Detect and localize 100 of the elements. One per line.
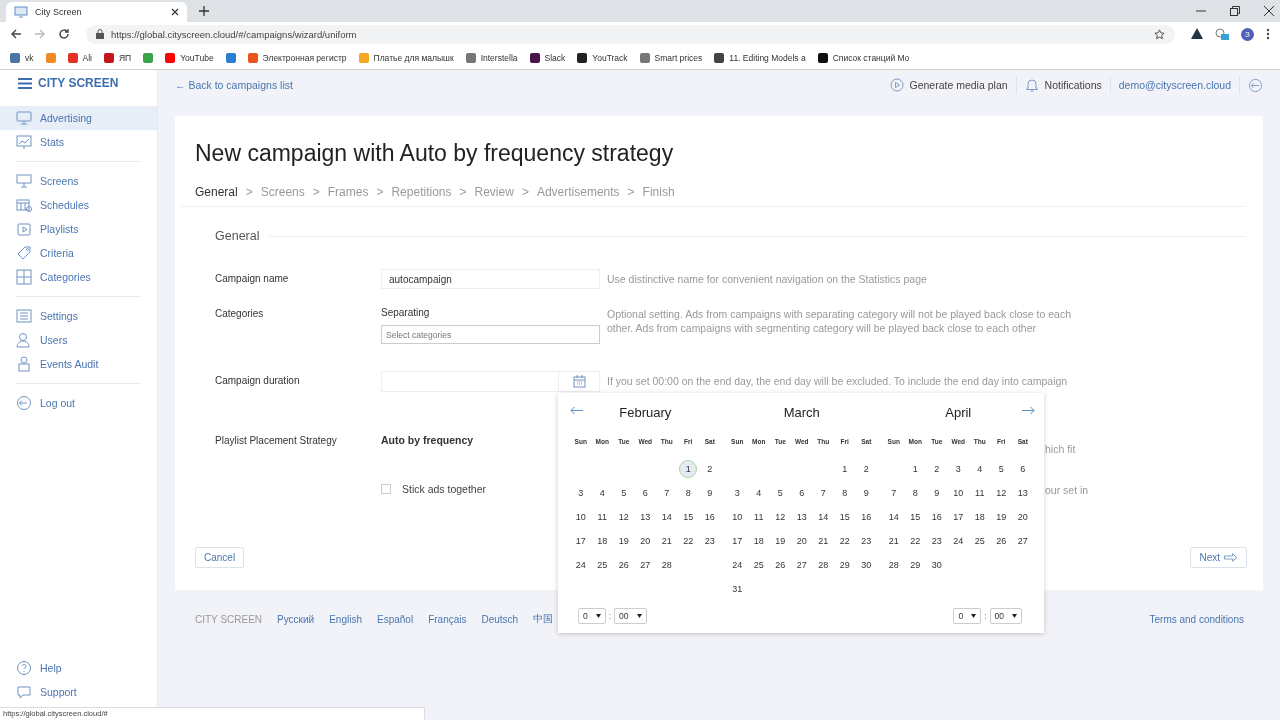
restore-icon[interactable] <box>1230 6 1240 16</box>
bookmark-link[interactable]: Interstella <box>480 52 518 63</box>
checkbox-label[interactable]: Stick ads together <box>402 483 487 495</box>
user-email-link[interactable]: demo@cityscreen.cloud <box>1118 79 1231 91</box>
language-link[interactable]: Русский <box>277 613 315 625</box>
date-range-field[interactable] <box>381 371 600 392</box>
calendar-day[interactable]: 6 <box>1012 464 1034 474</box>
calendar-day[interactable]: 16 <box>699 512 721 522</box>
sidebar-item[interactable]: Help <box>0 656 157 680</box>
calendar-day[interactable]: 8 <box>834 488 856 498</box>
calendar-day[interactable]: 2 <box>699 464 721 474</box>
bookmark-link[interactable]: Список станций Mo <box>832 52 910 63</box>
new-tab-icon[interactable] <box>199 6 209 16</box>
reload-icon[interactable] <box>58 28 70 40</box>
checkbox[interactable] <box>381 484 391 494</box>
language-link[interactable]: Deutsch <box>481 613 519 625</box>
calendar-day[interactable]: 26 <box>769 560 791 570</box>
bookmark-link[interactable]: Slack <box>544 52 566 63</box>
calendar-day[interactable]: 1 <box>904 464 926 474</box>
arrow-right-icon[interactable] <box>1022 406 1035 415</box>
language-link[interactable]: 中国 <box>533 612 554 626</box>
calendar-day[interactable]: 7 <box>883 488 905 498</box>
bookmark-link[interactable]: Smart prices <box>654 52 703 63</box>
calendar-day[interactable]: 22 <box>677 536 699 546</box>
language-link[interactable]: English <box>329 613 362 625</box>
calendar-day[interactable]: 5 <box>613 488 635 498</box>
calendar-day[interactable]: 12 <box>613 512 635 522</box>
extension-icon[interactable] <box>1191 28 1203 40</box>
calendar-day[interactable]: 21 <box>656 536 678 546</box>
sidebar-item[interactable]: Criteria <box>0 241 157 265</box>
star-icon[interactable] <box>1154 28 1165 40</box>
calendar-day[interactable]: 18 <box>969 512 991 522</box>
browser-tab[interactable]: City Screen <box>6 2 187 22</box>
calendar-day[interactable]: 27 <box>791 560 813 570</box>
bookmark-link[interactable]: Ali <box>82 52 92 63</box>
calendar-day[interactable]: 3 <box>726 488 748 498</box>
calendar-day[interactable]: 12 <box>769 512 791 522</box>
calendar-day[interactable]: 25 <box>969 536 991 546</box>
calendar-day[interactable]: 23 <box>926 536 948 546</box>
calendar-day[interactable]: 9 <box>855 488 877 498</box>
wizard-step[interactable]: General <box>195 185 238 199</box>
calendar-day[interactable]: 30 <box>926 560 948 570</box>
calendar-day[interactable]: 29 <box>834 560 856 570</box>
bookmark-link[interactable]: 11. Editing Models a <box>729 52 806 63</box>
calendar-day[interactable]: 15 <box>677 512 699 522</box>
calendar-day[interactable]: 11 <box>591 512 613 522</box>
calendar-day[interactable]: 24 <box>726 560 748 570</box>
calendar-day[interactable]: 4 <box>591 488 613 498</box>
bookmark-link[interactable]: Платье для малышк <box>373 52 454 63</box>
calendar-day[interactable]: 20 <box>1012 512 1034 522</box>
cancel-button[interactable]: Cancel <box>195 547 245 568</box>
minute-select[interactable]: 00 <box>614 608 647 624</box>
menu-icon[interactable] <box>18 77 32 89</box>
calendar-day[interactable]: 19 <box>990 512 1012 522</box>
calendar-day[interactable]: 23 <box>699 536 721 546</box>
app-logo[interactable]: CITY SCREEN <box>38 76 119 90</box>
arrow-left-icon[interactable] <box>570 406 583 415</box>
calendar-day[interactable]: 26 <box>613 560 635 570</box>
calendar-day[interactable]: 13 <box>1012 488 1034 498</box>
calendar-day[interactable]: 15 <box>834 512 856 522</box>
logout-icon[interactable] <box>1248 77 1263 93</box>
calendar-day[interactable]: 7 <box>812 488 834 498</box>
calendar-day[interactable]: 21 <box>883 536 905 546</box>
calendar-day[interactable]: 10 <box>726 512 748 522</box>
bookmark-icon[interactable] <box>817 52 828 63</box>
sidebar-item[interactable]: Screens <box>0 169 157 193</box>
calendar-day[interactable]: 18 <box>748 536 770 546</box>
notifications-link[interactable]: Notifications <box>1044 79 1102 91</box>
back-icon[interactable] <box>10 28 22 40</box>
bookmark-icon[interactable] <box>529 52 540 63</box>
sidebar-item[interactable]: Categories <box>0 265 157 289</box>
calendar-day[interactable]: 14 <box>656 512 678 522</box>
calendar-day[interactable]: 19 <box>613 536 635 546</box>
next-button[interactable]: Next <box>1190 547 1247 568</box>
calendar-day[interactable]: 5 <box>769 488 791 498</box>
calendar-day[interactable]: 20 <box>634 536 656 546</box>
hour-select[interactable]: 0 <box>578 608 606 624</box>
calendar-day[interactable]: 19 <box>769 536 791 546</box>
calendar-day[interactable]: 28 <box>656 560 678 570</box>
calendar-day[interactable]: 28 <box>883 560 905 570</box>
calendar-day[interactable]: 28 <box>812 560 834 570</box>
sidebar-item[interactable]: Stats <box>0 130 157 154</box>
calendar-day[interactable]: 31 <box>726 584 748 594</box>
calendar-day[interactable]: 16 <box>926 512 948 522</box>
calendar-day[interactable]: 9 <box>699 488 721 498</box>
bookmark-link[interactable]: YouTube <box>180 52 214 63</box>
bookmark-link[interactable]: ЯП <box>118 52 132 63</box>
back-link[interactable]: ← Back to campaigns list <box>175 79 293 91</box>
campaign-name-field[interactable]: autocampaign <box>381 269 600 289</box>
language-link[interactable]: Français <box>428 613 467 625</box>
calendar-day[interactable]: 11 <box>748 512 770 522</box>
calendar-day[interactable]: 8 <box>677 488 699 498</box>
calendar-day[interactable]: 10 <box>570 512 592 522</box>
categories-select[interactable]: Select categories <box>381 325 600 344</box>
calendar-day[interactable]: 11 <box>969 488 991 498</box>
calendar-day[interactable]: 22 <box>834 536 856 546</box>
calendar-day[interactable]: 24 <box>570 560 592 570</box>
calendar-day[interactable]: 3 <box>570 488 592 498</box>
sidebar-item[interactable]: Events Audit <box>0 352 157 376</box>
calendar-icon[interactable] <box>572 375 586 388</box>
